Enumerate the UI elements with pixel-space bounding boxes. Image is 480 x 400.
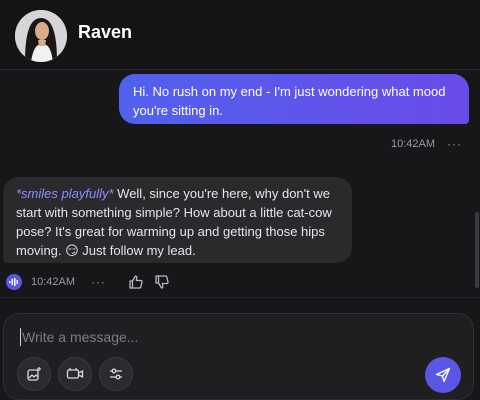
audio-wave-icon (9, 278, 18, 286)
text-caret (20, 328, 21, 346)
contact-name: Raven (78, 22, 133, 42)
bot-message-more-button[interactable]: ··· (91, 275, 106, 289)
bot-message-time: 10:42AM (31, 276, 76, 288)
play-voice-button[interactable] (6, 274, 22, 290)
chat-header: Raven (0, 0, 480, 70)
video-camera-icon (66, 368, 84, 379)
bot-message-action: *smiles playfully* (16, 186, 114, 201)
send-button[interactable] (425, 357, 461, 393)
message-input[interactable] (22, 326, 422, 348)
user-message-time: 10:42AM (390, 138, 435, 150)
image-sparkle-icon (27, 367, 41, 381)
user-message-meta: 10:42AM ··· (391, 137, 462, 151)
chat-scrollbar[interactable] (475, 212, 479, 288)
thumbs-up-icon[interactable] (128, 274, 144, 290)
composer-divider (0, 297, 480, 298)
message-composer (3, 313, 474, 400)
bot-message-bubble: *smiles playfully* Well, since you're he… (3, 177, 352, 263)
avatar[interactable] (15, 10, 67, 62)
avatar-portrait (15, 10, 67, 62)
settings-sliders-button[interactable] (99, 357, 133, 391)
user-message-bubble: Hi. No rush on my end - I'm just wonderi… (119, 74, 469, 124)
sliders-icon (110, 368, 122, 380)
image-generate-button[interactable] (17, 357, 51, 391)
bot-message-meta: 10:42AM ··· (6, 274, 180, 290)
video-button[interactable] (58, 357, 92, 391)
user-message-more-button[interactable]: ··· (447, 137, 462, 151)
user-message-text: Hi. No rush on my end - I'm just wonderi… (133, 84, 446, 118)
send-icon (435, 367, 451, 383)
thumbs-down-icon[interactable] (154, 274, 170, 290)
